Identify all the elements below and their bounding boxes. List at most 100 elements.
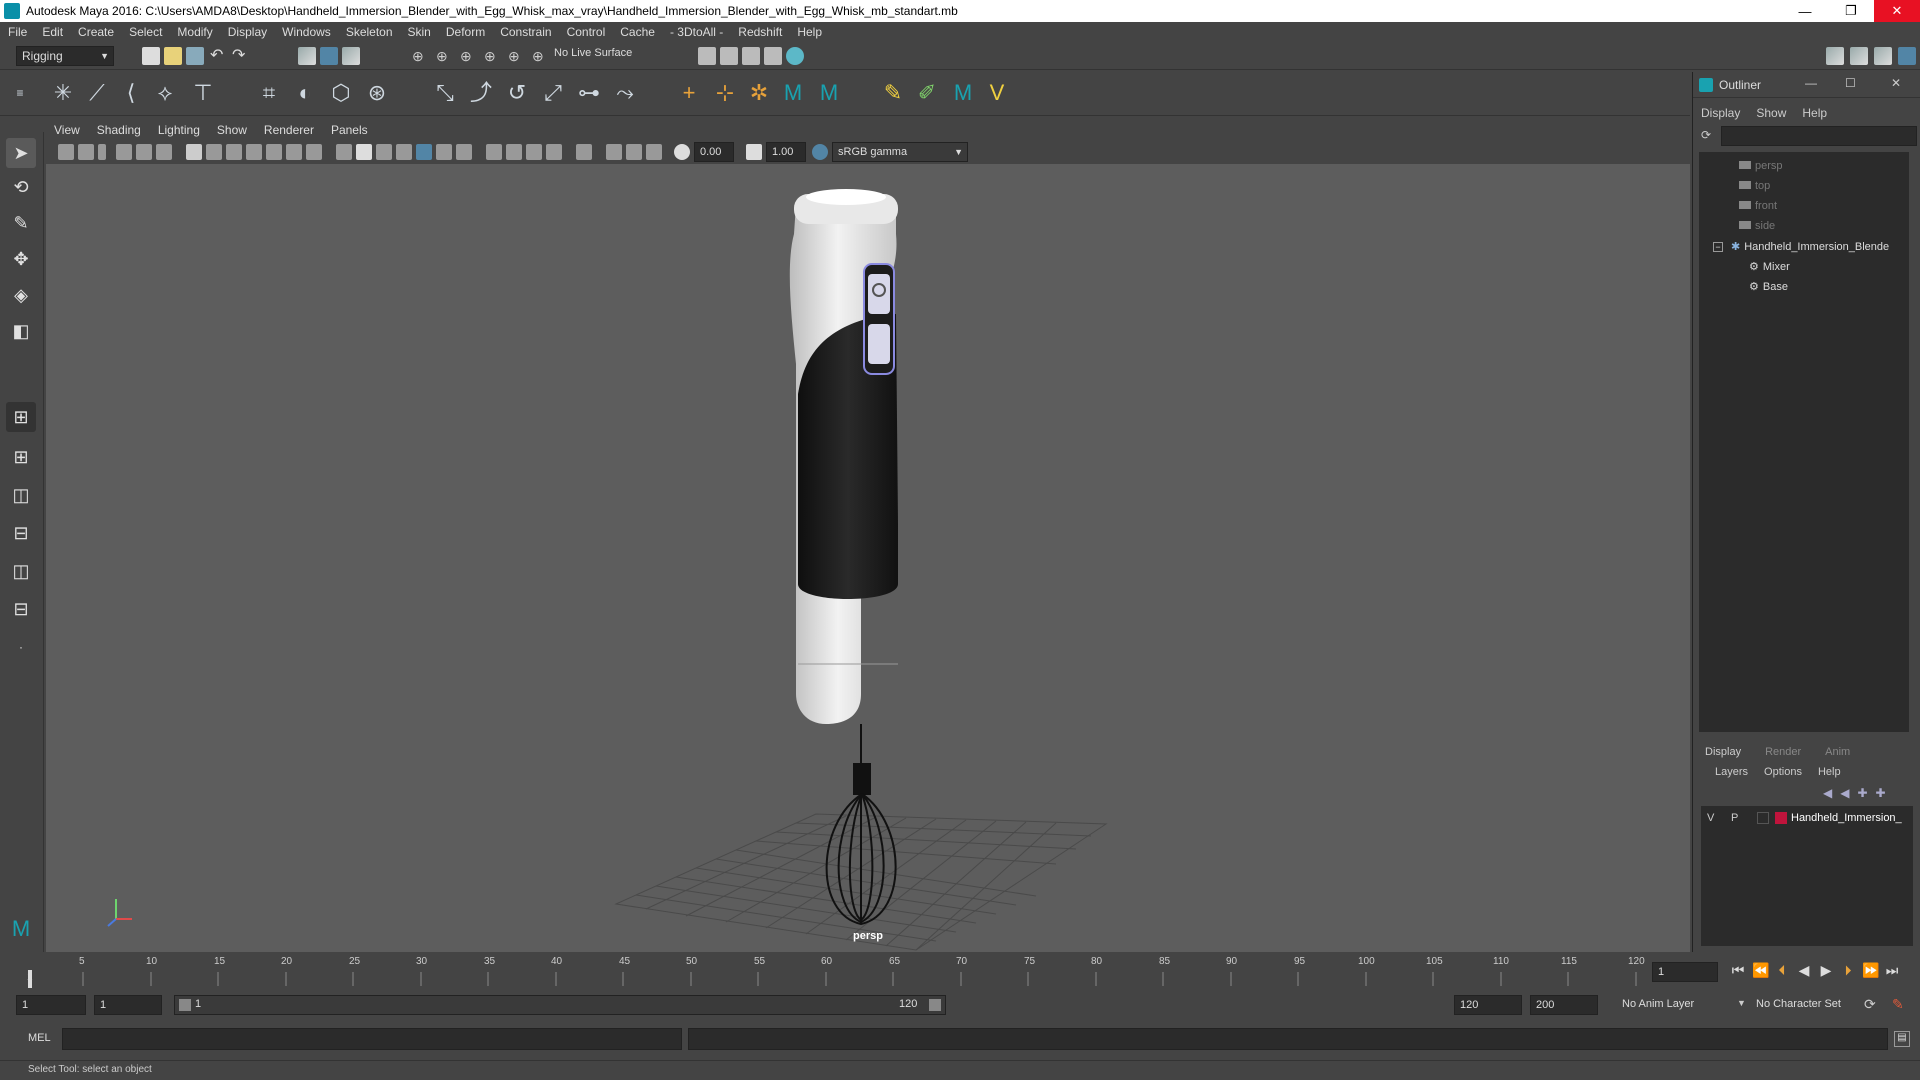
- render-settings-icon[interactable]: [698, 47, 716, 65]
- wireframe-icon[interactable]: [336, 144, 352, 160]
- script-editor-icon[interactable]: ▤: [1894, 1031, 1910, 1047]
- playback-end-field[interactable]: 120: [1454, 995, 1522, 1015]
- layer-color-swatch[interactable]: [1775, 812, 1787, 824]
- mode-dropdown[interactable]: Rigging ▼: [16, 46, 114, 66]
- joint-label-icon[interactable]: ⊹: [712, 80, 738, 106]
- layer-playback-toggle[interactable]: P: [1731, 812, 1738, 824]
- grid-icon[interactable]: [186, 144, 202, 160]
- persp-graph-layout-icon[interactable]: ⊟: [6, 518, 36, 548]
- v-tool-icon[interactable]: V: [984, 80, 1010, 106]
- collapse-icon[interactable]: −: [1713, 242, 1723, 252]
- color-management-icon[interactable]: [812, 144, 828, 160]
- menu-cache[interactable]: Cache: [620, 25, 655, 39]
- new-layer-icon[interactable]: ✚: [1857, 786, 1867, 800]
- go-to-end-icon[interactable]: ⏭: [1884, 962, 1900, 978]
- select-tool-icon[interactable]: ➤: [6, 138, 36, 168]
- menu-deform[interactable]: Deform: [446, 25, 485, 39]
- command-input[interactable]: [62, 1028, 682, 1050]
- paint-skin-icon[interactable]: ✎: [880, 80, 906, 106]
- layer-row[interactable]: V P Handheld_Immersion_: [1701, 810, 1913, 828]
- go-to-start-icon[interactable]: ⏮: [1730, 962, 1746, 978]
- move-tool-icon[interactable]: ✥: [6, 244, 36, 274]
- outliner-filter-icon[interactable]: ⟳: [1701, 128, 1717, 144]
- anti-aliasing-icon[interactable]: [526, 144, 542, 160]
- range-end-handle[interactable]: [929, 999, 941, 1011]
- camera-icon[interactable]: [58, 144, 74, 160]
- anim-end-field[interactable]: 200: [1530, 995, 1598, 1015]
- select-object-icon[interactable]: [320, 47, 338, 65]
- gate-mask-icon[interactable]: [246, 144, 262, 160]
- xray-icon[interactable]: [606, 144, 622, 160]
- restore-button[interactable]: ❐: [1828, 0, 1874, 22]
- mirror-joint-icon[interactable]: ⟡: [152, 80, 178, 106]
- more-layouts-icon[interactable]: ·: [6, 632, 36, 662]
- play-forwards-icon[interactable]: ▶: [1818, 962, 1834, 978]
- tab-render[interactable]: Render: [1765, 746, 1801, 758]
- joint-tool-icon[interactable]: ✳: [50, 80, 76, 106]
- layer-menu-layers[interactable]: Layers: [1715, 766, 1748, 778]
- image-plane-icon[interactable]: [116, 144, 132, 160]
- persp-outliner-layout-icon[interactable]: ◫: [6, 480, 36, 510]
- outliner-close-icon[interactable]: ✕: [1891, 76, 1901, 90]
- maya-m-icon[interactable]: M: [780, 80, 806, 106]
- render-view-icon[interactable]: [720, 47, 738, 65]
- isolate-select-icon[interactable]: [576, 144, 592, 160]
- camera-attr-icon[interactable]: [78, 144, 94, 160]
- layer-visibility-toggle[interactable]: V: [1707, 812, 1714, 824]
- outliner-maximize-icon[interactable]: ☐: [1845, 76, 1856, 90]
- range-start-handle[interactable]: [179, 999, 191, 1011]
- use-all-lights-icon[interactable]: [436, 144, 452, 160]
- toggle-tool-settings-icon[interactable]: [1850, 47, 1868, 65]
- step-forward-frame-icon[interactable]: ⏩: [1862, 962, 1879, 978]
- close-button[interactable]: ✕: [1874, 0, 1920, 22]
- step-back-frame-icon[interactable]: ⏪: [1752, 962, 1769, 978]
- outliner-minimize-icon[interactable]: —: [1805, 76, 1817, 90]
- paint-weights-icon[interactable]: ◐: [292, 80, 318, 106]
- scale-tool-icon[interactable]: ◧: [6, 316, 36, 346]
- orient-constraint-icon[interactable]: ↺: [504, 80, 530, 106]
- auto-key-icon[interactable]: ⟳: [1864, 996, 1880, 1012]
- time-slider[interactable]: 1 5 10 15 20 25 30 35 40 45 50 55 60 65 …: [0, 954, 1920, 988]
- parent-constraint-icon[interactable]: ⊶: [576, 80, 602, 106]
- brush-tool-icon[interactable]: ✐: [914, 80, 940, 106]
- vp-menu-shading[interactable]: Shading: [97, 123, 141, 137]
- vp-menu-view[interactable]: View: [54, 123, 80, 137]
- lasso-tool-icon[interactable]: ⟲: [6, 172, 36, 202]
- outliner-item-root[interactable]: − ✱ Handheld_Immersion_Blende: [1713, 240, 1889, 253]
- shelf-menu-icon[interactable]: ≡: [12, 80, 28, 106]
- menu-3dtoall[interactable]: - 3DtoAll -: [670, 25, 723, 39]
- layer-type-toggle[interactable]: [1757, 812, 1769, 824]
- gamma-field[interactable]: 1.00: [766, 142, 806, 162]
- aim-constraint-icon[interactable]: ⤴: [468, 80, 494, 106]
- single-perspective-layout-icon[interactable]: ⊞: [6, 402, 36, 432]
- snap-grid-icon[interactable]: ⊕: [412, 47, 430, 65]
- redo-icon[interactable]: ↷: [232, 47, 250, 65]
- hypershade-icon[interactable]: [786, 47, 804, 65]
- resolution-gate-icon[interactable]: [226, 144, 242, 160]
- menu-create[interactable]: Create: [78, 25, 114, 39]
- outliner-item-mixer[interactable]: ⚙ Mixer: [1749, 260, 1790, 273]
- range-slider[interactable]: 1 120: [174, 995, 946, 1015]
- bookmark-icon[interactable]: [98, 144, 106, 160]
- layer-menu-help[interactable]: Help: [1818, 766, 1841, 778]
- tab-display[interactable]: Display: [1705, 746, 1741, 758]
- scale-constraint-icon[interactable]: ⤢: [540, 80, 566, 106]
- outliner-menu-display[interactable]: Display: [1701, 106, 1740, 120]
- menu-file[interactable]: File: [8, 25, 27, 39]
- menu-skin[interactable]: Skin: [408, 25, 431, 39]
- new-layer-selected-icon[interactable]: ✚: [1876, 786, 1886, 800]
- point-constraint-icon[interactable]: ⤡: [432, 80, 458, 106]
- ipr-render-icon[interactable]: [764, 47, 782, 65]
- snap-point-icon[interactable]: ⊕: [460, 47, 478, 65]
- menu-modify[interactable]: Modify: [177, 25, 212, 39]
- cluster-icon[interactable]: ⊛: [364, 80, 390, 106]
- hypershade-layout-icon[interactable]: ◫: [6, 556, 36, 586]
- menu-select[interactable]: Select: [129, 25, 162, 39]
- character-set-dropdown[interactable]: No Character Set: [1756, 998, 1841, 1010]
- toggle-attribute-editor-icon[interactable]: [1826, 47, 1844, 65]
- minimize-button[interactable]: —: [1782, 0, 1828, 22]
- outliner-menu-show[interactable]: Show: [1756, 106, 1786, 120]
- undo-icon[interactable]: ↶: [210, 47, 228, 65]
- human-ik-icon[interactable]: ✲: [746, 80, 772, 106]
- menu-edit[interactable]: Edit: [42, 25, 63, 39]
